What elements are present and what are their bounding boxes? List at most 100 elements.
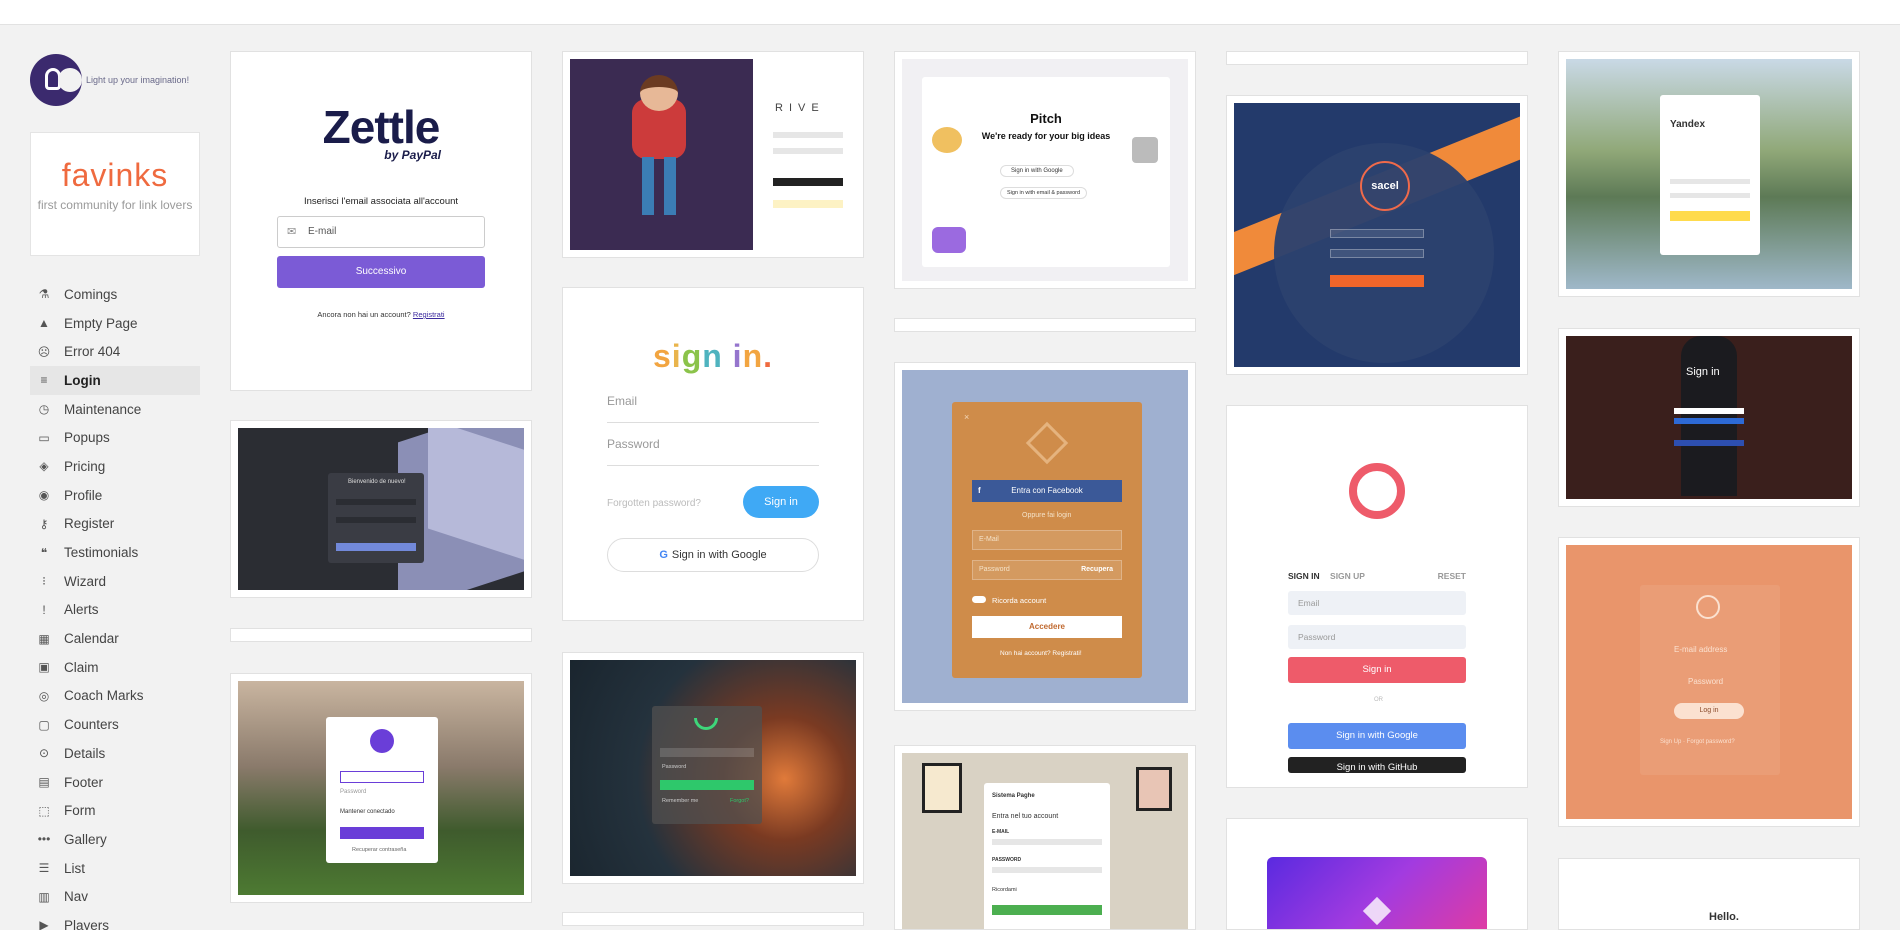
sidebar-item-details[interactable]: ⊙ Details [30, 739, 200, 768]
sign-dark-title: Sign in [1686, 366, 1720, 378]
gallery-card-carnival[interactable]: Password Remember me Forgot? [562, 652, 864, 884]
gallery-card-rive[interactable]: RIVE [562, 51, 864, 258]
clock-google-button: Sign in with Google [1288, 723, 1466, 749]
sidebar-item-register[interactable]: ⚷ Register [30, 510, 200, 539]
gallery-card-stadium[interactable]: Password Mantener conectado Recuperar co… [230, 673, 532, 903]
modal-recover-link: Recupera [1081, 566, 1113, 573]
sidebar-item-wizard[interactable]: ⁝ Wizard [30, 567, 200, 596]
sidebar-item-form[interactable]: ⬚ Form [30, 796, 200, 825]
mountain-icon: ▲ [38, 316, 50, 331]
gallery-card-partial[interactable] [562, 912, 864, 926]
modal-password-input: Password Recupera [972, 560, 1122, 580]
sidebar-item-pricing[interactable]: ◈ Pricing [30, 452, 200, 481]
zettle-next-button[interactable]: Successivo [277, 256, 485, 288]
sidebar-item-empty-page[interactable]: ▲ Empty Page [30, 309, 200, 338]
yandex-input [1670, 193, 1750, 198]
clock-logo-icon [1349, 463, 1405, 519]
sidebar-item-coach-marks[interactable]: ◎ Coach Marks [30, 682, 200, 711]
gallery-card-sistema-paghe[interactable]: Sistema Paghe Entra nel tuo account E-MA… [894, 745, 1196, 930]
gallery-card-orange[interactable]: E-mail address Password Log in Sign Up ·… [1558, 537, 1860, 827]
gallery-card-blank[interactable] [230, 628, 532, 642]
sidebar-item-label: Wizard [64, 573, 107, 589]
clock-or: OR [1374, 697, 1383, 703]
rive-character-thumbnail [570, 59, 753, 250]
tab-sign-up: SIGN UP [1330, 571, 1365, 581]
gallery-card-zettle[interactable]: Zettle by PayPal Inserisci l'email assoc… [230, 51, 532, 391]
zettle-logo: Zettle [322, 101, 441, 153]
sidebar-item-counters[interactable]: ▢ Counters [30, 710, 200, 739]
pitch-decoration-icon [1132, 137, 1158, 163]
gallery-card-yandex[interactable]: Yandex [1558, 51, 1860, 297]
carnival-thumbnail: Password Remember me Forgot? [570, 660, 856, 876]
tab-reset: RESET [1437, 571, 1466, 581]
gallery-card-blank[interactable] [894, 318, 1196, 332]
stadium-user-input [340, 771, 424, 783]
sidebar-item-nav[interactable]: ▥ Nav [30, 882, 200, 911]
sidebar-item-label: Testimonials [64, 545, 139, 561]
rive-button [773, 178, 843, 186]
signin-password-input[interactable] [607, 465, 819, 466]
sidebar-item-gallery[interactable]: ••• Gallery [30, 825, 200, 854]
gallery-card-hello[interactable]: Hello. [1558, 858, 1860, 930]
nav-icon: ▥ [38, 889, 50, 904]
kotlin-logo-icon [1362, 896, 1392, 926]
sidebar-item-alerts[interactable]: ! Alerts [30, 596, 200, 625]
zettle-email-label: Inserisci l'email associata all'account [303, 196, 459, 207]
signin-google-button[interactable]: G Sign in with Google [607, 538, 819, 572]
signin-email-input[interactable] [607, 422, 819, 423]
sidebar-item-calendar[interactable]: ▦ Calendar [30, 624, 200, 653]
sidebar-item-list[interactable]: ☰ List [30, 854, 200, 883]
gallery-card-pitch[interactable]: Pitch We're ready for your big ideas Sig… [894, 51, 1196, 289]
sidebar-item-testimonials[interactable]: ❝ Testimonials [30, 538, 200, 567]
modal-facebook-label: Entra con Facebook [1011, 486, 1083, 495]
stadium-remember: Mantener conectado [340, 809, 395, 815]
target-icon: ◎ [38, 688, 50, 703]
sistema-email-label: E-MAIL [992, 829, 1010, 835]
signin-title: sign in. [563, 338, 863, 375]
avatar-icon [370, 729, 394, 753]
sidebar-item-label: List [64, 860, 86, 876]
sidebar-item-label: Popups [64, 430, 110, 446]
gallery-card-favinks-modal[interactable]: × f Entra con Facebook Oppure fai login E… [894, 362, 1196, 711]
calendar-icon: ▦ [38, 631, 50, 646]
sidebar-item-popups[interactable]: ▭ Popups [30, 423, 200, 452]
gallery-card-blank[interactable] [1226, 51, 1528, 65]
character-head [640, 75, 678, 111]
sacel-user-input [1330, 229, 1424, 238]
zettle-register-link[interactable]: Registrati [413, 310, 445, 319]
sidebar-item-login[interactable]: ≡ Login [30, 366, 200, 395]
gallery-card-sign-dark[interactable]: Sign in [1558, 328, 1860, 507]
sidebar-item-players[interactable]: ▶ Players [30, 911, 200, 930]
gallery-card-purple[interactable] [1226, 818, 1528, 930]
logo-row[interactable]: Light up your imagination! [30, 52, 200, 108]
sidebar-item-claim[interactable]: ▣ Claim [30, 653, 200, 682]
signin-forgot-link[interactable]: Forgotten password? [607, 498, 701, 509]
gallery-card-signin[interactable]: sign in. Email Password Forgotten passwo… [562, 287, 864, 621]
gallery-card-clock-login[interactable]: SIGN IN SIGN UP RESET Email Password Sig… [1226, 405, 1528, 788]
sidebar-item-profile[interactable]: ◉ Profile [30, 481, 200, 510]
sidebar-item-error-404[interactable]: ☹ Error 404 [30, 337, 200, 366]
sistema-login-card: Sistema Paghe Entra nel tuo account E-MA… [984, 783, 1110, 929]
modal-submit-button: Accedere [972, 616, 1122, 638]
sidebar-item-comings[interactable]: ⚗ Comings [30, 280, 200, 309]
signin-button[interactable]: Sign in [743, 486, 819, 518]
sidebar: Light up your imagination! favinks first… [30, 52, 200, 930]
yandex-lake-thumbnail: Yandex [1566, 59, 1852, 289]
toggle-icon [972, 596, 986, 603]
carnival-password: Password [662, 764, 687, 770]
sidebar-item-maintenance[interactable]: ◷ Maintenance [30, 395, 200, 424]
details-icon: ⊙ [38, 746, 50, 761]
modal-close-icon: × [964, 412, 970, 422]
modal-or: Oppure fai login [1022, 512, 1072, 519]
gallery-card-sacel[interactable]: sacel [1226, 95, 1528, 375]
sistema-password-label: PASSWORD [992, 857, 1022, 863]
clock-github-button: Sign in with GitHub [1288, 757, 1466, 773]
zettle-footer-text: Ancora non hai un account? [317, 310, 411, 319]
zettle-email-input[interactable]: E-mail [277, 216, 485, 248]
gallery-card-discord[interactable]: Bienvenido de nuevo! [230, 420, 532, 598]
favinks-card[interactable]: favinks first community for link lovers [30, 132, 200, 256]
clock-login-thumbnail: SIGN IN SIGN UP RESET Email Password Sig… [1234, 413, 1520, 780]
sidebar-item-footer[interactable]: ▤ Footer [30, 768, 200, 797]
sign-dark-facebook [1674, 440, 1744, 446]
purple-thumbnail [1267, 857, 1487, 929]
